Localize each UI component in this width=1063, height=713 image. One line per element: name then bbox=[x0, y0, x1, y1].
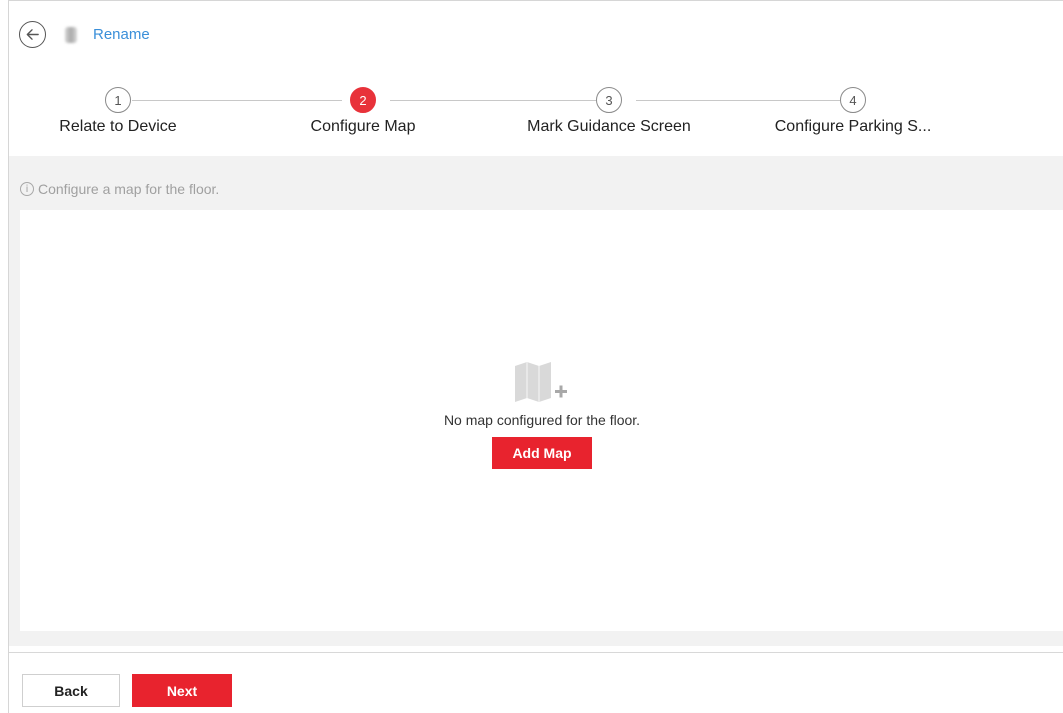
footer-divider bbox=[9, 652, 1063, 653]
wizard-stepper: 1 2 3 4 Relate to Device Configure Map M… bbox=[9, 83, 1063, 153]
step-3-label: Mark Guidance Screen bbox=[527, 118, 691, 135]
step-connector bbox=[636, 100, 840, 101]
arrow-left-icon bbox=[26, 29, 39, 40]
empty-state: No map configured for the floor. Add Map bbox=[20, 360, 1063, 469]
next-button[interactable]: Next bbox=[132, 674, 232, 707]
hint-row: i Configure a map for the floor. bbox=[20, 181, 219, 197]
back-button[interactable]: Back bbox=[22, 674, 120, 707]
step-4-label: Configure Parking S... bbox=[774, 118, 932, 135]
map-config-area: i Configure a map for the floor. No map … bbox=[9, 156, 1063, 646]
header: Rename bbox=[9, 1, 1063, 71]
map-add-icon bbox=[515, 362, 567, 402]
step-1-label: Relate to Device bbox=[59, 118, 177, 135]
floor-name-redacted bbox=[65, 27, 77, 43]
step-connector bbox=[390, 100, 596, 101]
step-2-number: 2 bbox=[350, 87, 376, 113]
rename-link[interactable]: Rename bbox=[93, 26, 150, 43]
step-4-number: 4 bbox=[840, 87, 866, 113]
step-connector bbox=[132, 100, 342, 101]
map-panel: No map configured for the floor. Add Map bbox=[20, 210, 1063, 631]
empty-state-text: No map configured for the floor. bbox=[443, 412, 641, 428]
wizard-window: Rename 1 2 3 4 Relate to Device Configur… bbox=[8, 0, 1063, 713]
info-icon: i bbox=[20, 182, 34, 196]
back-arrow-icon[interactable] bbox=[19, 21, 46, 48]
hint-text: Configure a map for the floor. bbox=[38, 181, 220, 197]
step-3-number: 3 bbox=[596, 87, 622, 113]
step-1-number: 1 bbox=[105, 87, 131, 113]
step-2-label: Configure Map bbox=[310, 118, 416, 135]
add-map-button[interactable]: Add Map bbox=[492, 437, 592, 469]
